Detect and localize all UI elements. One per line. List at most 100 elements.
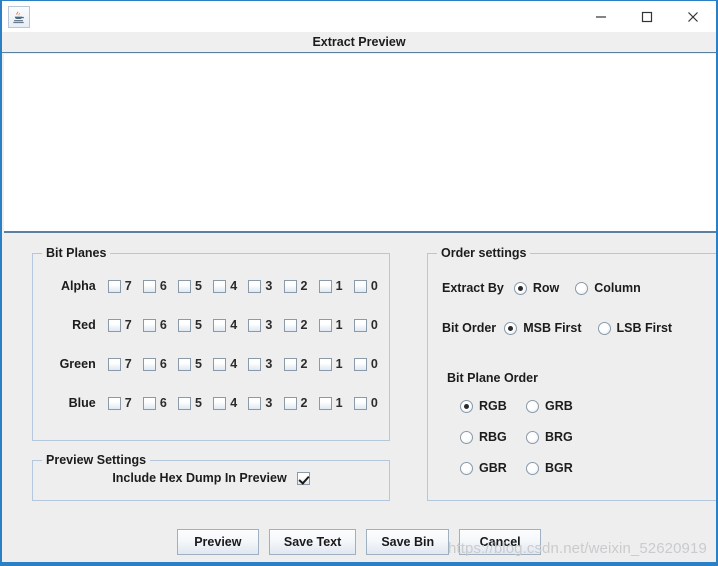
bit-plane-cell-alpha-7[interactable]: 7	[108, 279, 143, 293]
bit-checkbox-green-1[interactable]	[319, 358, 332, 371]
preview-button[interactable]: Preview	[177, 529, 259, 555]
bit-plane-cell-red-7[interactable]: 7	[108, 318, 143, 332]
bit-checkbox-red-2[interactable]	[284, 319, 297, 332]
bit-plane-cell-red-6[interactable]: 6	[143, 318, 178, 332]
bit-plane-cell-red-5[interactable]: 5	[178, 318, 213, 332]
bit-plane-cell-alpha-0[interactable]: 0	[354, 279, 389, 293]
extract-by-row-radio[interactable]	[514, 282, 527, 295]
bit-checkbox-red-1[interactable]	[319, 319, 332, 332]
bit-checkbox-red-6[interactable]	[143, 319, 156, 332]
bit-plane-cell-alpha-6[interactable]: 6	[143, 279, 178, 293]
bit-checkbox-alpha-0[interactable]	[354, 280, 367, 293]
bit-plane-cell-green-5[interactable]: 5	[178, 357, 213, 371]
bit-plane-cell-blue-6[interactable]: 6	[143, 396, 178, 410]
bit-checkbox-alpha-7[interactable]	[108, 280, 121, 293]
bit-plane-order-radio-rgb[interactable]	[460, 400, 473, 413]
bit-checkbox-alpha-6[interactable]	[143, 280, 156, 293]
bit-plane-cell-red-4[interactable]: 4	[213, 318, 248, 332]
minimize-icon[interactable]	[578, 1, 624, 32]
bit-plane-cell-green-0[interactable]: 0	[354, 357, 389, 371]
bit-plane-order-radio-grb[interactable]	[526, 400, 539, 413]
include-hex-dump-checkbox[interactable]	[297, 472, 310, 485]
bit-checkbox-green-7[interactable]	[108, 358, 121, 371]
bit-plane-cell-blue-3[interactable]: 3	[248, 396, 283, 410]
save-text-button[interactable]: Save Text	[269, 529, 356, 555]
bit-checkbox-blue-6[interactable]	[143, 397, 156, 410]
bit-checkbox-red-4[interactable]	[213, 319, 226, 332]
extract-by-column-radio[interactable]	[575, 282, 588, 295]
bit-checkbox-red-0[interactable]	[354, 319, 367, 332]
bit-checkbox-alpha-4[interactable]	[213, 280, 226, 293]
bit-checkbox-green-0[interactable]	[354, 358, 367, 371]
bit-plane-order-option-rbg[interactable]: RBG	[460, 430, 526, 444]
bit-checkbox-red-5[interactable]	[178, 319, 191, 332]
cancel-button[interactable]: Cancel	[459, 529, 541, 555]
bit-plane-order-option-brg[interactable]: BRG	[526, 430, 592, 444]
bit-plane-cell-alpha-2[interactable]: 2	[284, 279, 319, 293]
bit-plane-cell-alpha-4[interactable]: 4	[213, 279, 248, 293]
bit-checkbox-blue-4[interactable]	[213, 397, 226, 410]
bit-plane-cell-red-2[interactable]: 2	[284, 318, 319, 332]
bit-checkbox-blue-5[interactable]	[178, 397, 191, 410]
bit-plane-order-radio-gbr[interactable]	[460, 462, 473, 475]
bit-checkbox-blue-2[interactable]	[284, 397, 297, 410]
bit-plane-cell-green-2[interactable]: 2	[284, 357, 319, 371]
bit-order-msb-radio[interactable]	[504, 322, 517, 335]
bit-plane-cell-green-3[interactable]: 3	[248, 357, 283, 371]
bit-checkbox-blue-3[interactable]	[248, 397, 261, 410]
bit-plane-cell-red-0[interactable]: 0	[354, 318, 389, 332]
extract-preview-window: Extract Preview Bit Planes Alpha76543210…	[0, 0, 718, 566]
bit-checkbox-green-2[interactable]	[284, 358, 297, 371]
bit-plane-cell-blue-2[interactable]: 2	[284, 396, 319, 410]
bit-plane-cell-green-1[interactable]: 1	[319, 357, 354, 371]
window-controls	[578, 1, 716, 32]
bit-checkbox-green-3[interactable]	[248, 358, 261, 371]
bit-plane-cell-red-1[interactable]: 1	[319, 318, 354, 332]
bit-number-label: 1	[336, 279, 343, 293]
bit-plane-order-radio-brg[interactable]	[526, 431, 539, 444]
bit-checkbox-red-7[interactable]	[108, 319, 121, 332]
bit-plane-cell-blue-5[interactable]: 5	[178, 396, 213, 410]
bit-plane-order-option-gbr[interactable]: GBR	[460, 461, 526, 475]
bit-plane-cell-green-6[interactable]: 6	[143, 357, 178, 371]
extract-by-column-label: Column	[594, 281, 641, 295]
extract-by-option-row[interactable]: Row	[514, 281, 559, 295]
bit-plane-order-option-rgb[interactable]: RGB	[460, 399, 526, 413]
bit-plane-order-radio-bgr[interactable]	[526, 462, 539, 475]
bit-plane-cell-blue-0[interactable]: 0	[354, 396, 389, 410]
extract-by-option-column[interactable]: Column	[575, 281, 641, 295]
bit-checkbox-alpha-1[interactable]	[319, 280, 332, 293]
bit-number-label: 2	[301, 357, 308, 371]
bit-plane-cell-alpha-1[interactable]: 1	[319, 279, 354, 293]
bit-plane-cell-alpha-3[interactable]: 3	[248, 279, 283, 293]
bit-checkbox-blue-0[interactable]	[354, 397, 367, 410]
save-bin-button[interactable]: Save Bin	[366, 529, 449, 555]
bit-plane-cell-green-4[interactable]: 4	[213, 357, 248, 371]
bit-checkbox-green-4[interactable]	[213, 358, 226, 371]
bit-checkbox-blue-1[interactable]	[319, 397, 332, 410]
bit-order-lsb-radio[interactable]	[598, 322, 611, 335]
bit-plane-cell-blue-1[interactable]: 1	[319, 396, 354, 410]
bit-checkbox-green-6[interactable]	[143, 358, 156, 371]
bit-plane-cell-blue-4[interactable]: 4	[213, 396, 248, 410]
close-icon[interactable]	[670, 1, 716, 32]
maximize-icon[interactable]	[624, 1, 670, 32]
bit-plane-cell-blue-7[interactable]: 7	[108, 396, 143, 410]
bit-checkbox-red-3[interactable]	[248, 319, 261, 332]
bit-checkbox-alpha-2[interactable]	[284, 280, 297, 293]
bit-plane-order-radio-rbg[interactable]	[460, 431, 473, 444]
bit-checkbox-green-5[interactable]	[178, 358, 191, 371]
preview-text-area[interactable]	[4, 54, 716, 233]
bit-plane-cell-alpha-5[interactable]: 5	[178, 279, 213, 293]
bit-plane-order-option-bgr[interactable]: BGR	[526, 461, 592, 475]
bit-number-label: 5	[195, 357, 202, 371]
bit-plane-row-blue: Blue76543210	[33, 393, 389, 413]
bit-plane-order-option-grb[interactable]: GRB	[526, 399, 592, 413]
bit-plane-cell-green-7[interactable]: 7	[108, 357, 143, 371]
bit-checkbox-blue-7[interactable]	[108, 397, 121, 410]
bit-checkbox-alpha-5[interactable]	[178, 280, 191, 293]
bit-plane-cell-red-3[interactable]: 3	[248, 318, 283, 332]
bit-order-option-msb[interactable]: MSB First	[504, 321, 581, 335]
bit-order-option-lsb[interactable]: LSB First	[598, 321, 673, 335]
bit-checkbox-alpha-3[interactable]	[248, 280, 261, 293]
